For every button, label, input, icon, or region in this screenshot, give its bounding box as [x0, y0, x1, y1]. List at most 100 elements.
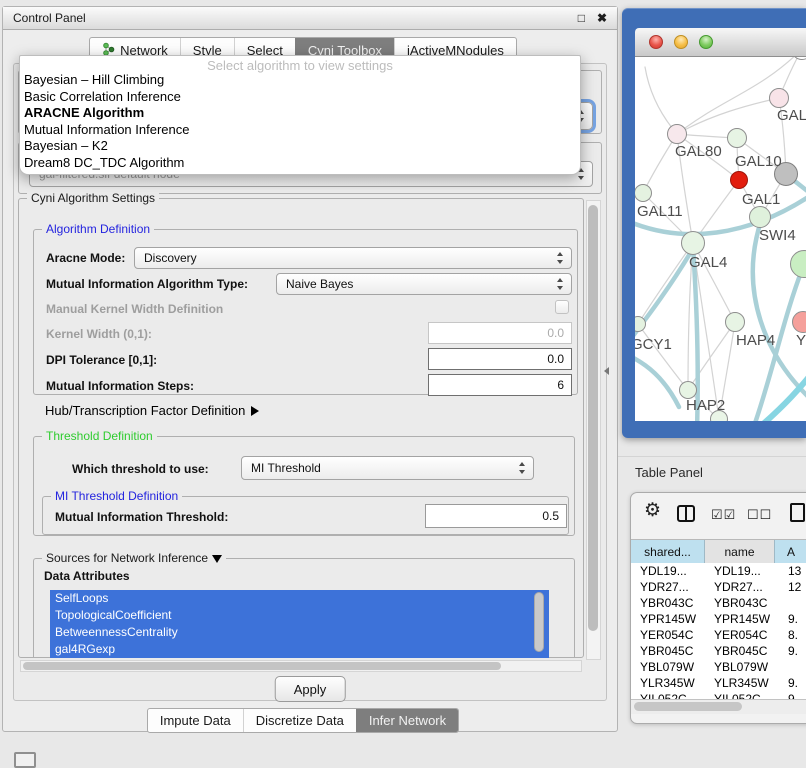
- kernel-width-field[interactable]: 0.0: [428, 322, 572, 344]
- horizontal-scrollbar-thumb[interactable]: [23, 662, 501, 670]
- table-cell: YPR145W: [705, 612, 775, 626]
- settings-vertical-scrollbar[interactable]: [586, 200, 601, 660]
- control-panel-titlebar: Control Panel □ ✖: [3, 7, 617, 30]
- mi-steps-field[interactable]: 6: [428, 374, 572, 396]
- mi-type-combobox[interactable]: Naive Bayes: [276, 273, 572, 295]
- algorithm-option[interactable]: Dream8 DC_TDC Algorithm: [20, 155, 580, 172]
- cyni-bottom-tabbar: Impute Data Discretize Data Infer Network: [147, 708, 459, 733]
- manual-kernel-checkbox[interactable]: [555, 300, 569, 314]
- which-threshold-combobox[interactable]: MI Threshold: [241, 456, 534, 480]
- table-row[interactable]: YDR27...YDR27...12: [631, 579, 806, 595]
- tab-label: Infer Network: [369, 713, 446, 728]
- deselect-all-checkboxes-icon[interactable]: ☐☐: [747, 507, 772, 523]
- panel-title: Control Panel: [13, 11, 86, 25]
- float-window-icon[interactable]: □: [578, 12, 585, 24]
- network-node[interactable]: [769, 88, 789, 108]
- table-row[interactable]: YLR345WYLR345W9.: [631, 675, 806, 691]
- table-header-row: shared...nameA: [631, 539, 806, 565]
- network-node[interactable]: [730, 171, 748, 189]
- table-row[interactable]: YDL19...YDL19...13: [631, 563, 806, 579]
- close-traffic-light[interactable]: [649, 35, 663, 49]
- table-cell: YER054C: [705, 628, 775, 642]
- table-cell: YIL052C: [631, 692, 705, 699]
- table-row[interactable]: YBL079WYBL079W: [631, 659, 806, 675]
- close-icon[interactable]: ✖: [597, 12, 607, 24]
- dpi-tolerance-field[interactable]: 0.0: [428, 348, 572, 370]
- table-cell: 13: [775, 564, 806, 578]
- hub-definition-toggle[interactable]: Hub/Transcription Factor Definition: [45, 403, 259, 418]
- mi-threshold-field[interactable]: 0.5: [425, 504, 567, 528]
- table-horizontal-scrollbar[interactable]: [631, 699, 806, 714]
- tab-infer-network[interactable]: Infer Network: [356, 709, 458, 732]
- tab-impute-data[interactable]: Impute Data: [148, 709, 243, 732]
- export-table-icon[interactable]: [790, 503, 805, 522]
- select-all-checkboxes-icon[interactable]: ☑☑: [711, 507, 736, 523]
- network-node[interactable]: [681, 231, 705, 255]
- attribute-item[interactable]: BetweennessCentrality: [50, 624, 549, 641]
- sources-group: Sources for Network Inference Data Attri…: [33, 558, 575, 658]
- attribute-item[interactable]: SelfLoops: [50, 590, 549, 607]
- threshold-definition-group: Threshold Definition Which threshold to …: [33, 436, 575, 536]
- tab-label: Impute Data: [160, 713, 231, 728]
- table-cell: 9.: [775, 692, 806, 699]
- attribute-item[interactable]: gal4RGexp: [50, 641, 549, 658]
- minimize-traffic-light[interactable]: [674, 35, 688, 49]
- gear-icon[interactable]: ⚙: [644, 500, 661, 522]
- combo-arrows-icon: [557, 278, 564, 290]
- vertical-scrollbar-thumb[interactable]: [588, 205, 598, 631]
- network-node[interactable]: [727, 128, 747, 148]
- table-cell: YBR043C: [705, 596, 775, 610]
- zoom-traffic-light[interactable]: [699, 35, 713, 49]
- dropdown-placeholder: Select algorithm to view settings: [20, 59, 580, 72]
- column-header[interactable]: shared...: [631, 540, 705, 564]
- column-layout-icon[interactable]: [677, 505, 695, 522]
- settings-group-title: Cyni Algorithm Settings: [27, 191, 159, 206]
- table-scrollbar-thumb[interactable]: [634, 702, 742, 711]
- algorithm-definition-group: Algorithm Definition Aracne Mode: Discov…: [33, 229, 578, 395]
- combo-arrows-icon: [557, 252, 564, 264]
- which-threshold-value: MI Threshold: [251, 461, 321, 475]
- table-cell: YBR043C: [631, 596, 705, 610]
- column-header[interactable]: A: [775, 540, 806, 564]
- algorithm-option[interactable]: Bayesian – Hill Climbing: [20, 72, 580, 89]
- apply-button[interactable]: Apply: [275, 676, 346, 702]
- table-row[interactable]: YBR043CYBR043C: [631, 595, 806, 611]
- table-cell: YIL052C: [705, 692, 775, 699]
- attribute-item[interactable]: TopologicalCoefficient: [50, 607, 549, 624]
- table-cell: YBR045C: [631, 644, 705, 658]
- node-label: GAL1: [742, 191, 780, 208]
- combo-arrows-icon: [519, 462, 526, 474]
- control-panel-window: Control Panel □ ✖ NetworkStyleSelectCyni…: [2, 6, 618, 732]
- table-row[interactable]: YPR145WYPR145W9.: [631, 611, 806, 627]
- algorithm-option[interactable]: Bayesian – K2: [20, 138, 580, 155]
- data-attributes-list[interactable]: SelfLoopsTopologicalCoefficientBetweenne…: [50, 590, 549, 658]
- table-panel-title: Table Panel: [635, 465, 703, 480]
- mi-threshold-group: MI Threshold Definition Mutual Informati…: [42, 496, 569, 535]
- algorithm-definition-title: Algorithm Definition: [42, 222, 154, 237]
- settings-horizontal-scrollbar[interactable]: [20, 660, 582, 672]
- hub-definition-label: Hub/Transcription Factor Definition: [45, 403, 245, 418]
- network-node[interactable]: [667, 124, 687, 144]
- tab-discretize-data[interactable]: Discretize Data: [243, 709, 356, 732]
- aracne-mode-combobox[interactable]: Discovery: [134, 247, 572, 269]
- algorithm-option[interactable]: ARACNE Algorithm: [20, 105, 580, 122]
- sources-title[interactable]: Sources for Network Inference: [42, 551, 226, 566]
- manual-kernel-label: Manual Kernel Width Definition: [46, 302, 223, 316]
- table-row[interactable]: YER054CYER054C8.: [631, 627, 806, 643]
- list-scrollbar-thumb[interactable]: [534, 592, 544, 652]
- column-header[interactable]: name: [705, 540, 775, 564]
- network-node[interactable]: [749, 206, 771, 228]
- docked-panel-icon[interactable]: [14, 752, 36, 768]
- splitter-collapse-icon[interactable]: [604, 367, 609, 375]
- table-row[interactable]: YBR045CYBR045C9.: [631, 643, 806, 659]
- mi-type-value: Naive Bayes: [286, 277, 353, 291]
- table-cell: 9.: [775, 676, 806, 690]
- algorithm-option[interactable]: Basic Correlation Inference: [20, 89, 580, 106]
- node-label: GAL4: [689, 254, 727, 271]
- algorithm-option[interactable]: Mutual Information Inference: [20, 122, 580, 139]
- table-row[interactable]: YIL052CYIL052C9.: [631, 691, 806, 699]
- network-canvas[interactable]: GALGAL80GAL10GAL1GAL11SWI4GAL4GCY1HAP4YH…: [635, 57, 806, 421]
- table-panel-window: ⚙ ☑☑ ☐☐ shared...nameA YDL19...YDL19...1…: [630, 492, 806, 724]
- table-body: YDL19...YDL19...13YDR27...YDR27...12YBR0…: [631, 563, 806, 699]
- network-node[interactable]: [725, 312, 745, 332]
